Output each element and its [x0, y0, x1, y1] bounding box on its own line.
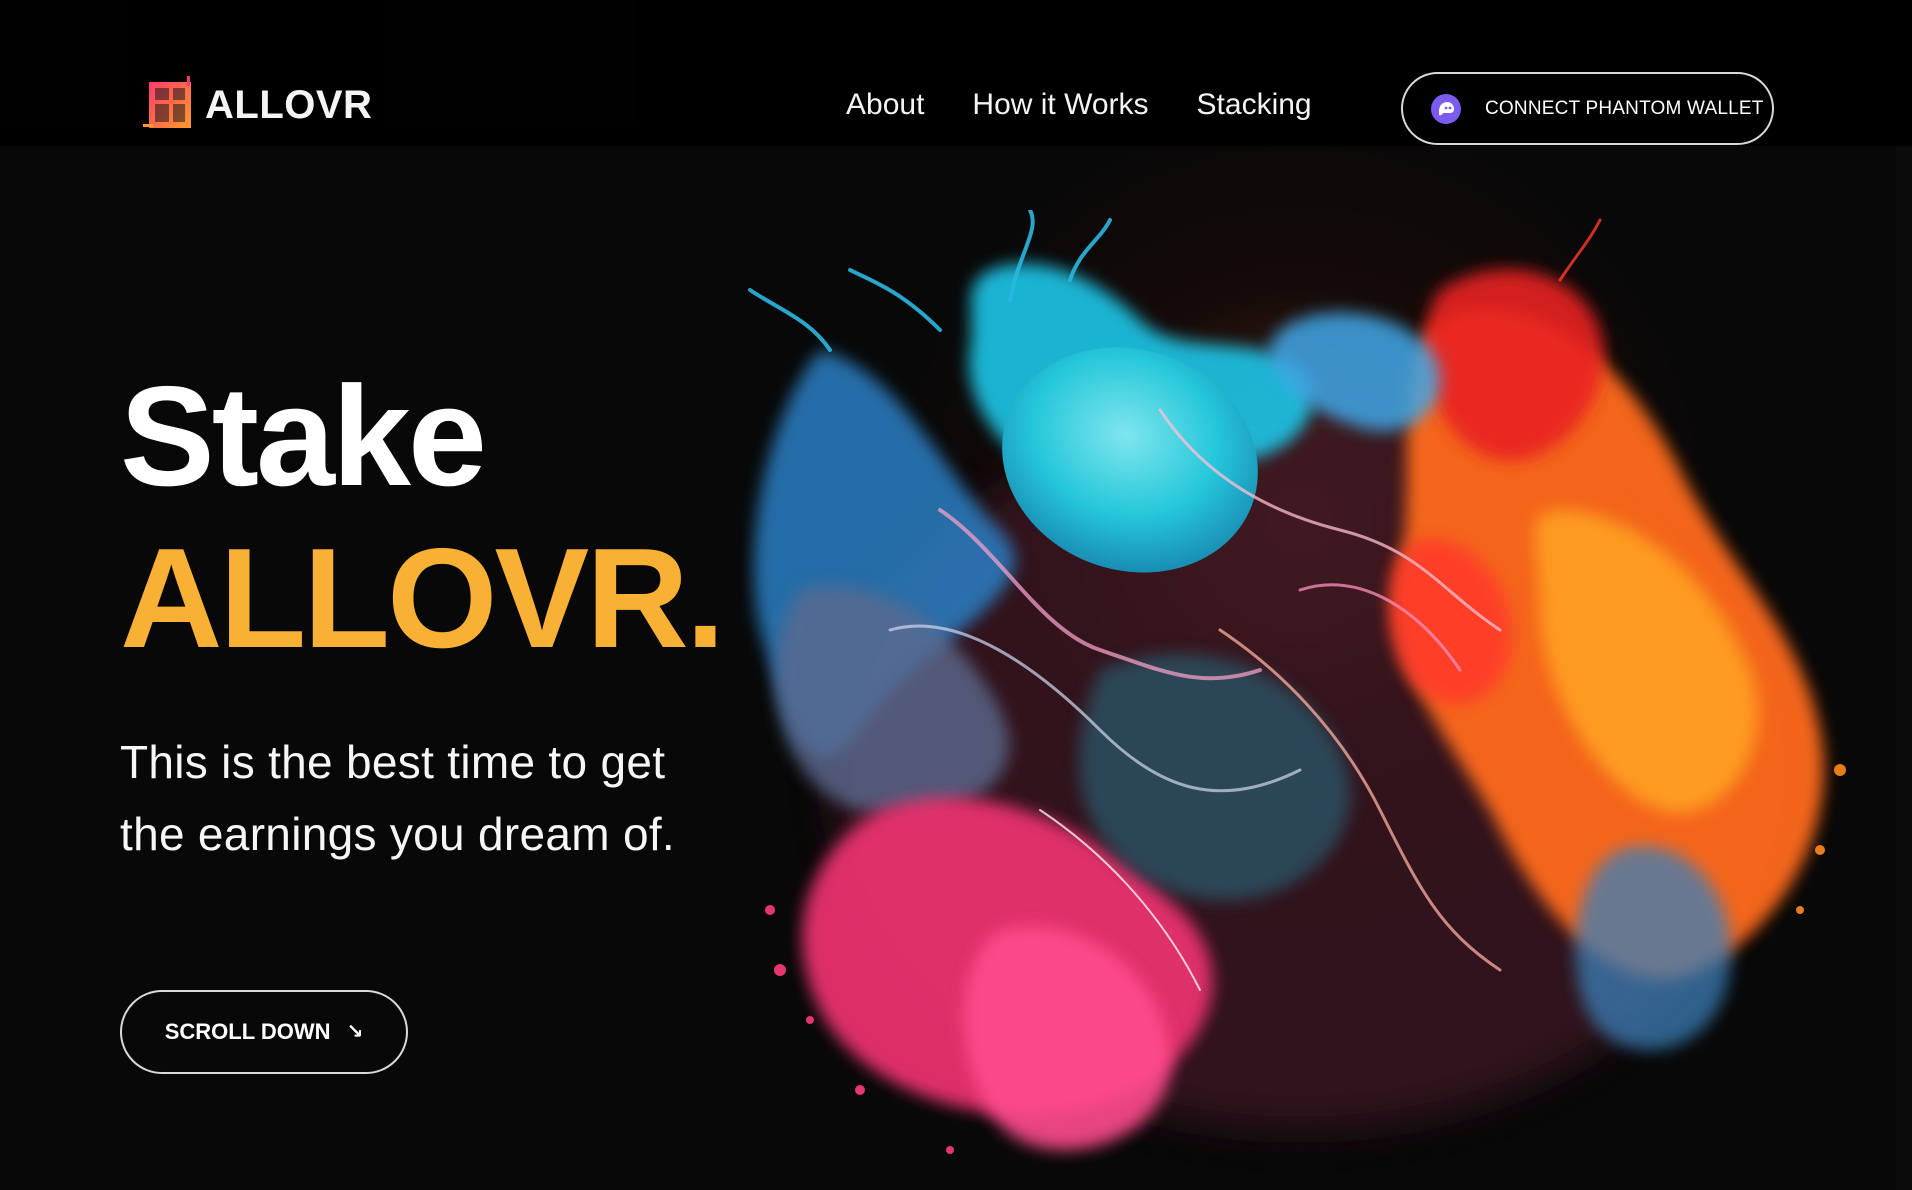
connect-wallet-label: CONNECT PHANTOM WALLET: [1485, 97, 1764, 119]
right-edge: [1896, 0, 1912, 1190]
page: ALLOVR About How it Works Stacking CONNE…: [0, 0, 1912, 1190]
paint-splash-image: [748, 210, 1846, 1154]
connect-wallet-button[interactable]: CONNECT PHANTOM WALLET: [1401, 72, 1774, 145]
nav-link-stacking[interactable]: Stacking: [1197, 88, 1312, 122]
nav-link-how-it-works[interactable]: How it Works: [972, 88, 1148, 122]
nav-link-about[interactable]: About: [846, 88, 924, 122]
logo[interactable]: ALLOVR: [143, 76, 372, 134]
hero-subtitle: This is the best time to get the earning…: [120, 736, 676, 860]
arrow-down-right-icon: ↘: [346, 1021, 364, 1043]
logo-text: ALLOVR: [205, 82, 373, 127]
hero-title-line2: ALLOVR.: [120, 519, 725, 678]
main-nav: About How it Works Stacking: [846, 88, 1312, 122]
phantom-icon: [1431, 93, 1461, 124]
scroll-down-button[interactable]: SCROLL DOWN ↘: [120, 990, 408, 1074]
site-header: ALLOVR About How it Works Stacking CONNE…: [0, 0, 1912, 146]
logo-icon: [143, 76, 191, 128]
hero-title-line1: Stake: [120, 357, 487, 516]
scroll-down-label: SCROLL DOWN: [164, 1019, 331, 1044]
